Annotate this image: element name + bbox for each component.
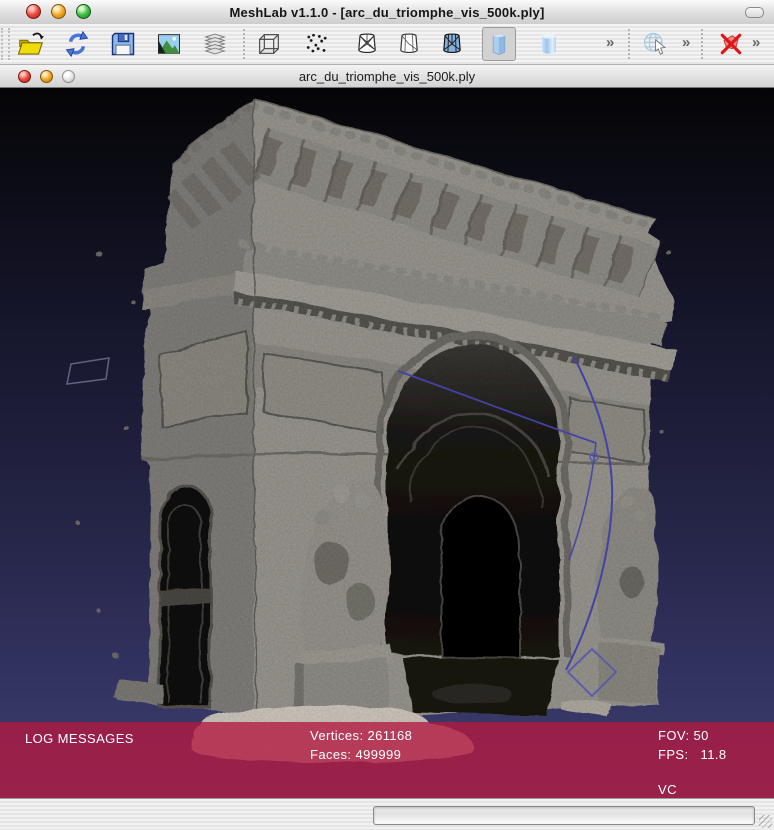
render-bbox-button[interactable]	[252, 27, 286, 61]
toolbar-drag-handle[interactable]	[1, 28, 10, 60]
fov-value: 50	[693, 728, 708, 743]
render-flat-lines-button[interactable]	[435, 27, 469, 61]
reload-icon	[63, 30, 91, 58]
minimize-button[interactable]	[51, 4, 66, 19]
hidden-lines-icon	[395, 30, 423, 58]
fov-stat: FOV: 50	[658, 728, 709, 743]
floppy-save-icon	[109, 30, 137, 58]
color-mode-label: VC	[658, 782, 677, 797]
vertices-value: 261168	[367, 728, 412, 743]
log-messages-label: LOG MESSAGES	[25, 731, 134, 746]
toolbar-overflow-chevron[interactable]: »	[606, 34, 614, 51]
fov-label: FOV:	[658, 728, 689, 743]
save-button[interactable]	[106, 27, 140, 61]
fps-value: 11.8	[701, 747, 727, 762]
render-points-button[interactable]	[300, 27, 334, 61]
document-titlebar[interactable]: arc_du_triomphe_vis_500k.ply	[0, 64, 774, 88]
render-wireframe-button[interactable]	[350, 27, 384, 61]
globe-help-button[interactable]	[638, 27, 672, 61]
vertices-stat: Vertices: 261168	[310, 728, 412, 743]
close-button[interactable]	[26, 4, 41, 19]
render-hidden-lines-button[interactable]	[392, 27, 426, 61]
bounding-box-icon	[255, 30, 283, 58]
fps-label: FPS:	[658, 747, 689, 762]
window-titlebar[interactable]: MeshLab v1.1.0 - [arc_du_triomphe_vis_50…	[0, 0, 774, 25]
snapshot-button[interactable]	[152, 27, 186, 61]
render-flat-button[interactable]	[482, 27, 516, 61]
snapshot-image-icon	[155, 30, 183, 58]
smooth-shading-icon	[535, 30, 563, 58]
toolbar-toggle-pill[interactable]	[745, 7, 764, 18]
toolbar-overflow-chevron[interactable]: »	[682, 34, 690, 51]
open-button[interactable]	[14, 27, 48, 61]
document-zoom-button[interactable]	[62, 70, 75, 83]
document-minimize-button[interactable]	[40, 70, 53, 83]
status-bar	[0, 798, 774, 830]
flat-shading-icon	[485, 30, 513, 58]
progress-bar	[373, 806, 755, 825]
delete-mesh-icon	[717, 30, 745, 58]
globe-cursor-icon	[641, 30, 669, 58]
render-smooth-button[interactable]	[532, 27, 566, 61]
reload-button[interactable]	[60, 27, 94, 61]
layers-button[interactable]	[198, 27, 232, 61]
arc-de-triomphe-mesh	[0, 88, 774, 798]
layers-stack-icon	[201, 30, 229, 58]
flat-lines-icon	[438, 30, 466, 58]
zoom-button[interactable]	[76, 4, 91, 19]
toolbar-separator	[701, 29, 703, 59]
wireframe-icon	[353, 30, 381, 58]
faces-stat: Faces: 499999	[310, 747, 401, 762]
document-close-button[interactable]	[18, 70, 31, 83]
gl-viewport[interactable]: LOG MESSAGES Vertices: 261168 Faces: 499…	[0, 88, 774, 798]
fps-stat: FPS: 11.8	[658, 747, 726, 762]
document-title: arc_du_triomphe_vis_500k.ply	[299, 69, 475, 84]
main-toolbar: » » »	[0, 24, 774, 65]
resize-grip[interactable]	[759, 815, 772, 828]
vertices-label: Vertices:	[310, 728, 363, 743]
faces-label: Faces:	[310, 747, 351, 762]
window-title: MeshLab v1.1.0 - [arc_du_triomphe_vis_50…	[229, 5, 544, 20]
delete-mesh-button[interactable]	[714, 27, 748, 61]
meshlab-window: MeshLab v1.1.0 - [arc_du_triomphe_vis_50…	[0, 0, 774, 830]
toolbar-overflow-chevron[interactable]: »	[752, 34, 760, 51]
points-icon	[303, 30, 331, 58]
faces-value: 499999	[355, 747, 401, 762]
toolbar-separator	[628, 29, 630, 59]
folder-open-icon	[16, 29, 46, 59]
toolbar-separator	[243, 29, 245, 59]
